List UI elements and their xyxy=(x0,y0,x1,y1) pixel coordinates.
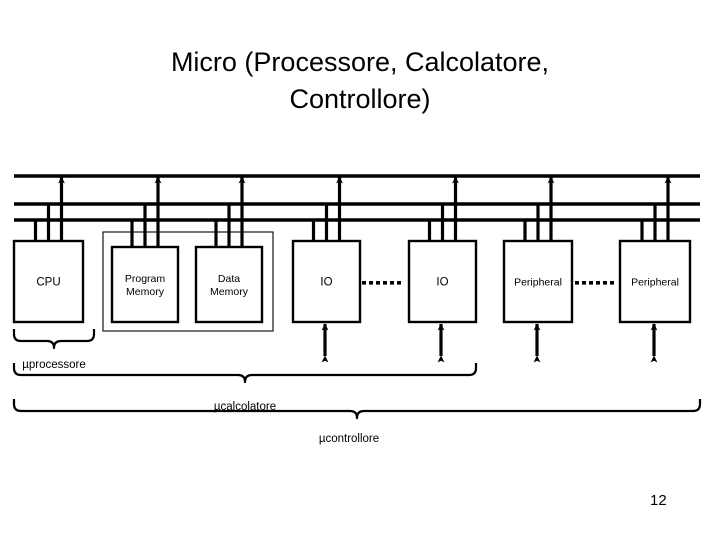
ellipsis-peripheral-dot xyxy=(610,281,614,285)
block-peripheral-2: Peripheral xyxy=(618,239,692,324)
ellipsis-io-dot xyxy=(397,281,401,285)
slide-canvas: Micro (Processore, Calcolatore, Controll… xyxy=(0,0,720,540)
ellipsis-io-dot xyxy=(369,281,373,285)
ellipsis-io-dot xyxy=(383,281,387,285)
brace-microcontrollore-curly xyxy=(12,399,702,420)
data-memory-label: Data xyxy=(218,273,240,285)
brace-microcontrollore: µcontrollore xyxy=(12,399,702,445)
ellipsis-peripheral-dot xyxy=(596,281,600,285)
scope-braces: µprocessoreµcalcolatoreµcontrollore xyxy=(12,329,702,445)
ellipsis-peripheral-dot xyxy=(575,281,579,285)
peripheral-1-label: Peripheral xyxy=(514,277,562,289)
external-io-arrows xyxy=(321,323,658,363)
ellipsis-peripheral xyxy=(575,281,614,285)
ellipsis-peripheral-dot xyxy=(603,281,607,285)
diagram-blocks: CPU ProgramMemoryDataMemoryIO IO Peripheral… xyxy=(12,239,692,324)
block-io-1: IO xyxy=(291,239,362,324)
block-program-memory: ProgramMemory xyxy=(110,245,180,324)
brace-microprocessore-label: µprocessore xyxy=(22,359,86,371)
block-data-memory: DataMemory xyxy=(194,245,264,324)
block-cpu: CPU xyxy=(12,239,85,324)
block-io-2: IO xyxy=(407,239,478,324)
page-number: 12 xyxy=(650,492,667,509)
brace-microprocessore-curly xyxy=(12,329,96,350)
ellipsis-io xyxy=(362,281,401,285)
system-bus xyxy=(14,174,700,222)
data-memory-label: Memory xyxy=(210,286,249,298)
ellipsis-peripheral-dot xyxy=(582,281,586,285)
brace-microcontrollore-label: µcontrollore xyxy=(319,433,379,445)
block-diagram: CPU ProgramMemoryDataMemoryIO IO Peripheral… xyxy=(12,174,702,445)
program-memory-label: Memory xyxy=(126,286,165,298)
brace-microprocessore: µprocessore xyxy=(12,329,96,371)
ellipsis-io-dot xyxy=(376,281,380,285)
program-memory-label: Program xyxy=(125,273,166,285)
ellipsis-separators xyxy=(362,281,614,285)
ellipsis-peripheral-dot xyxy=(589,281,593,285)
peripheral-2-label: Peripheral xyxy=(631,277,679,289)
ellipsis-io-dot xyxy=(362,281,366,285)
block-peripheral-1: Peripheral xyxy=(502,239,574,324)
cpu-label: CPU xyxy=(36,277,60,289)
io-2-label: IO xyxy=(436,277,448,289)
bus-connectors xyxy=(32,176,672,253)
ellipsis-io-dot xyxy=(390,281,394,285)
io-1-label: IO xyxy=(320,277,332,289)
